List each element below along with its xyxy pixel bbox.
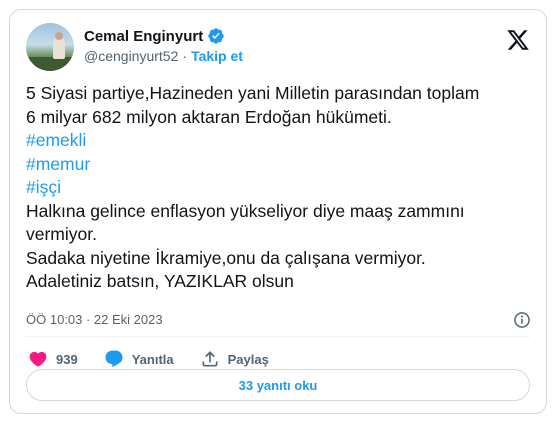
follow-button[interactable]: Takip et — [191, 48, 243, 64]
avatar[interactable] — [26, 23, 74, 71]
author-name-row: Cemal Enginyurt — [84, 27, 225, 45]
reply-label: Yanıtla — [131, 351, 174, 367]
like-button[interactable]: 939 — [28, 349, 78, 369]
heart-icon — [29, 351, 47, 367]
action-bar: 939 Yanıtla Paylaş — [28, 349, 295, 369]
separator-dot: · — [182, 48, 188, 64]
x-logo-icon[interactable] — [506, 28, 530, 52]
tweet-header: Cemal Enginyurt @cenginyurt52 · Takip et — [26, 22, 530, 72]
reply-button[interactable]: Yanıtla — [104, 349, 174, 369]
speech-bubble-icon — [105, 350, 123, 368]
info-icon[interactable] — [512, 310, 532, 330]
tweet-line: vermiyor. — [26, 224, 97, 244]
author-handle-row: @cenginyurt52 · Takip et — [84, 48, 243, 64]
hashtag-link[interactable]: #memur — [26, 153, 532, 177]
divider — [26, 336, 530, 337]
tweet-card: Cemal Enginyurt @cenginyurt52 · Takip et… — [9, 9, 547, 414]
tweet-text: 5 Siyasi partiye,Hazineden yani Milletin… — [26, 82, 532, 294]
tweet-line: 6 milyar 682 milyon aktaran Erdoğan hükü… — [26, 106, 392, 127]
share-upload-icon — [202, 351, 218, 367]
tweet-timestamp[interactable]: ÖÖ 10:03 · 22 Eki 2023 — [26, 312, 163, 327]
hashtag-link[interactable]: #işçi — [26, 176, 532, 200]
share-label: Paylaş — [227, 351, 269, 367]
share-button[interactable]: Paylaş — [200, 349, 269, 369]
tweet-line: Sadaka niyetine İkramiye,onu da çalışana… — [26, 247, 426, 268]
tweet-line: 5 Siyasi partiye,Hazineden yani Milletin… — [26, 83, 480, 103]
tweet-line: Halkına gelince enflasyon yükseliyor diy… — [26, 200, 465, 221]
author-handle[interactable]: @cenginyurt52 — [84, 48, 178, 64]
tweet-line: Adaletiniz batsın, YAZIKLAR olsun — [26, 271, 294, 291]
like-count: 939 — [56, 351, 78, 367]
hashtag-link[interactable]: #emekli — [26, 129, 532, 153]
verified-badge-icon — [207, 27, 225, 45]
read-replies-button[interactable]: 33 yanıtı oku — [26, 369, 530, 401]
author-name[interactable]: Cemal Enginyurt — [84, 28, 203, 45]
